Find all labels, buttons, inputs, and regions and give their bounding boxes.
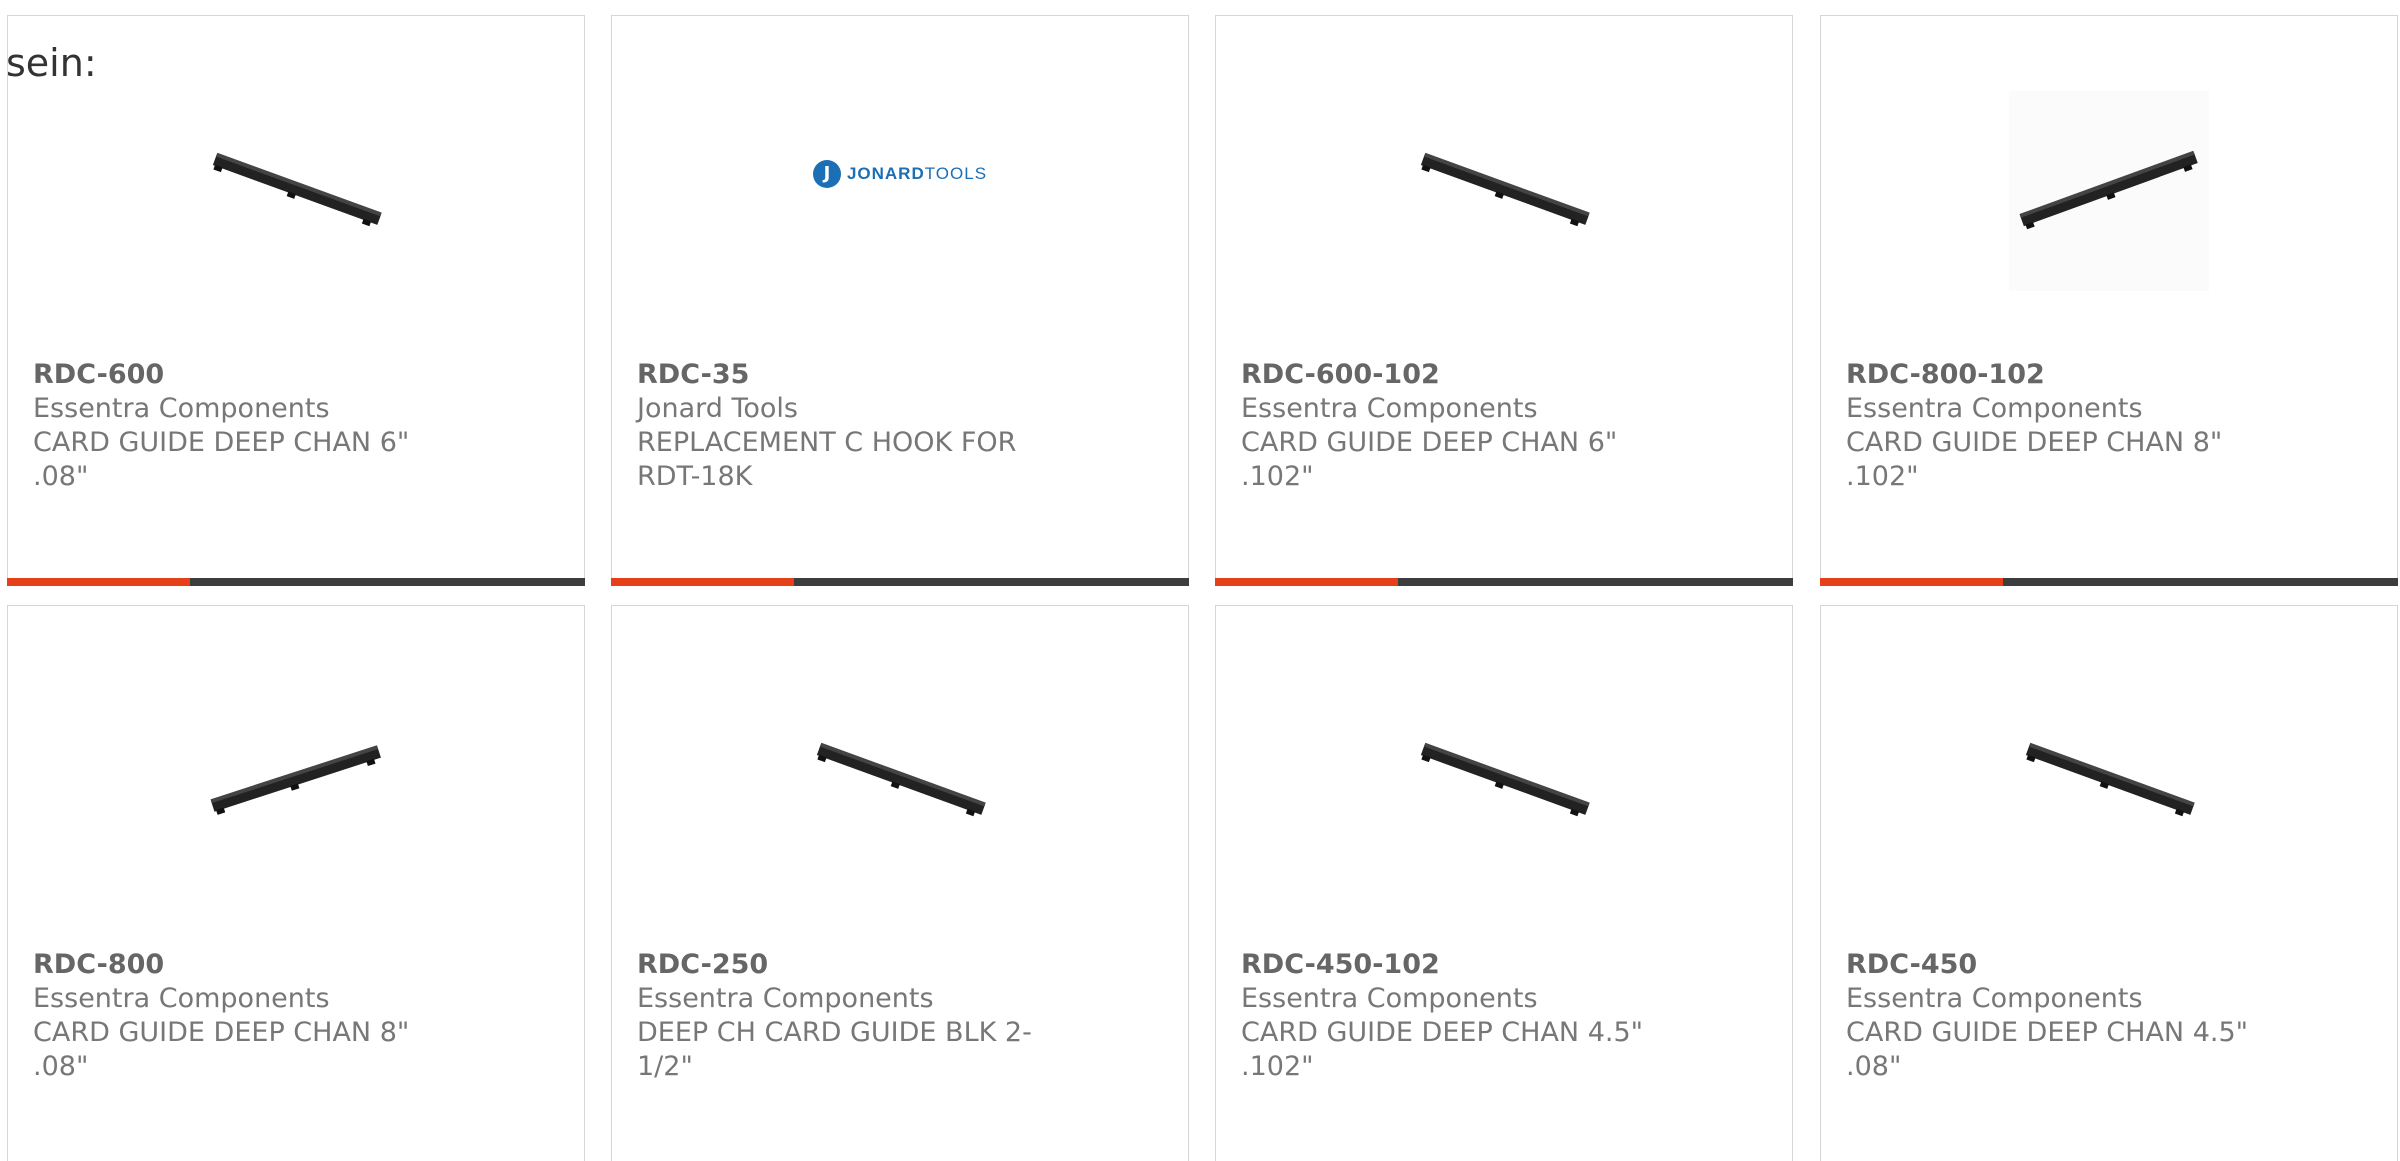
description: CARD GUIDE DEEP CHAN 6" .102" (1241, 427, 1618, 492)
card-guide-rail-image (816, 742, 986, 817)
product-info: RDC-800-102 Essentra Components CARD GUI… (1846, 358, 2286, 494)
description: CARD GUIDE DEEP CHAN 4.5" .102" (1241, 1017, 1644, 1082)
card-bottom-bar (1215, 578, 1793, 586)
manufacturer: Essentra Components (33, 393, 330, 424)
product-image (1821, 666, 2397, 896)
part-number[interactable]: RDC-800 (33, 948, 473, 982)
card-bottom-bar (7, 578, 585, 586)
manufacturer: Essentra Components (33, 983, 330, 1014)
product-card-rdc-600-102[interactable]: RDC-600-102 Essentra Components CARD GUI… (1215, 15, 1793, 586)
product-image: J JONARDTOOLS (612, 76, 1188, 306)
description: CARD GUIDE DEEP CHAN 8" .102" (1846, 427, 2223, 492)
product-info: RDC-250 Essentra Components DEEP CH CARD… (637, 948, 1077, 1084)
product-image (1216, 666, 1792, 896)
description: REPLACEMENT C HOOK FOR RDT-18K (637, 427, 1017, 492)
jonard-logo-wordmark: JONARDTOOLS (846, 163, 988, 183)
card-guide-rail-image (2019, 150, 2198, 230)
manufacturer: Essentra Components (1241, 983, 1538, 1014)
truncated-heading-text: sein: (6, 41, 97, 85)
description: CARD GUIDE DEEP CHAN 4.5" .08" (1846, 1017, 2249, 1082)
manufacturer: Essentra Components (1846, 983, 2143, 1014)
part-number[interactable]: RDC-600 (33, 358, 473, 392)
product-info: RDC-800 Essentra Components CARD GUIDE D… (33, 948, 473, 1084)
product-info: RDC-450 Essentra Components CARD GUIDE D… (1846, 948, 2286, 1084)
product-card-rdc-35[interactable]: J JONARDTOOLS RDC-35 Jonard Tools REPLAC… (611, 15, 1189, 586)
description: CARD GUIDE DEEP CHAN 8" .08" (33, 1017, 410, 1082)
manufacturer: Essentra Components (1846, 393, 2143, 424)
part-number[interactable]: RDC-600-102 (1241, 358, 1681, 392)
card-guide-rail-image (210, 745, 381, 815)
product-info: RDC-600-102 Essentra Components CARD GUI… (1241, 358, 1681, 494)
card-guide-rail-image (1420, 152, 1590, 227)
jonard-tools-logo: J JONARDTOOLS (812, 159, 988, 188)
product-card-rdc-600[interactable]: RDC-600 Essentra Components CARD GUIDE D… (7, 15, 585, 586)
product-image (1821, 76, 2397, 306)
jonard-logo-mark-icon: J (812, 159, 841, 188)
part-number[interactable]: RDC-450 (1846, 948, 2286, 982)
product-info: RDC-600 Essentra Components CARD GUIDE D… (33, 358, 473, 494)
card-bottom-bar (1820, 578, 2398, 586)
product-image (1216, 76, 1792, 306)
product-info: RDC-450-102 Essentra Components CARD GUI… (1241, 948, 1681, 1084)
manufacturer: Essentra Components (637, 983, 934, 1014)
product-card-rdc-800[interactable]: RDC-800 Essentra Components CARD GUIDE D… (7, 605, 585, 1161)
description: CARD GUIDE DEEP CHAN 6" .08" (33, 427, 410, 492)
product-card-rdc-450[interactable]: RDC-450 Essentra Components CARD GUIDE D… (1820, 605, 2398, 1161)
card-guide-rail-image (2025, 742, 2195, 817)
product-card-rdc-800-102[interactable]: RDC-800-102 Essentra Components CARD GUI… (1820, 15, 2398, 586)
product-image (612, 666, 1188, 896)
manufacturer: Essentra Components (1241, 393, 1538, 424)
card-guide-rail-image (212, 152, 382, 227)
product-image (8, 666, 584, 896)
product-info: RDC-35 Jonard Tools REPLACEMENT C HOOK F… (637, 358, 1077, 494)
product-card-rdc-450-102[interactable]: RDC-450-102 Essentra Components CARD GUI… (1215, 605, 1793, 1161)
product-card-rdc-250[interactable]: RDC-250 Essentra Components DEEP CH CARD… (611, 605, 1189, 1161)
card-bottom-bar (611, 578, 1189, 586)
description: DEEP CH CARD GUIDE BLK 2-1/2" (637, 1017, 1032, 1082)
part-number[interactable]: RDC-35 (637, 358, 1077, 392)
product-grid-page: sein: RDC-600 Essentra Components CARD G… (0, 0, 2400, 1161)
part-number[interactable]: RDC-800-102 (1846, 358, 2286, 392)
part-number[interactable]: RDC-250 (637, 948, 1077, 982)
part-number[interactable]: RDC-450-102 (1241, 948, 1681, 982)
card-guide-rail-image (1420, 742, 1590, 817)
product-image (8, 76, 584, 306)
manufacturer: Jonard Tools (637, 393, 798, 424)
